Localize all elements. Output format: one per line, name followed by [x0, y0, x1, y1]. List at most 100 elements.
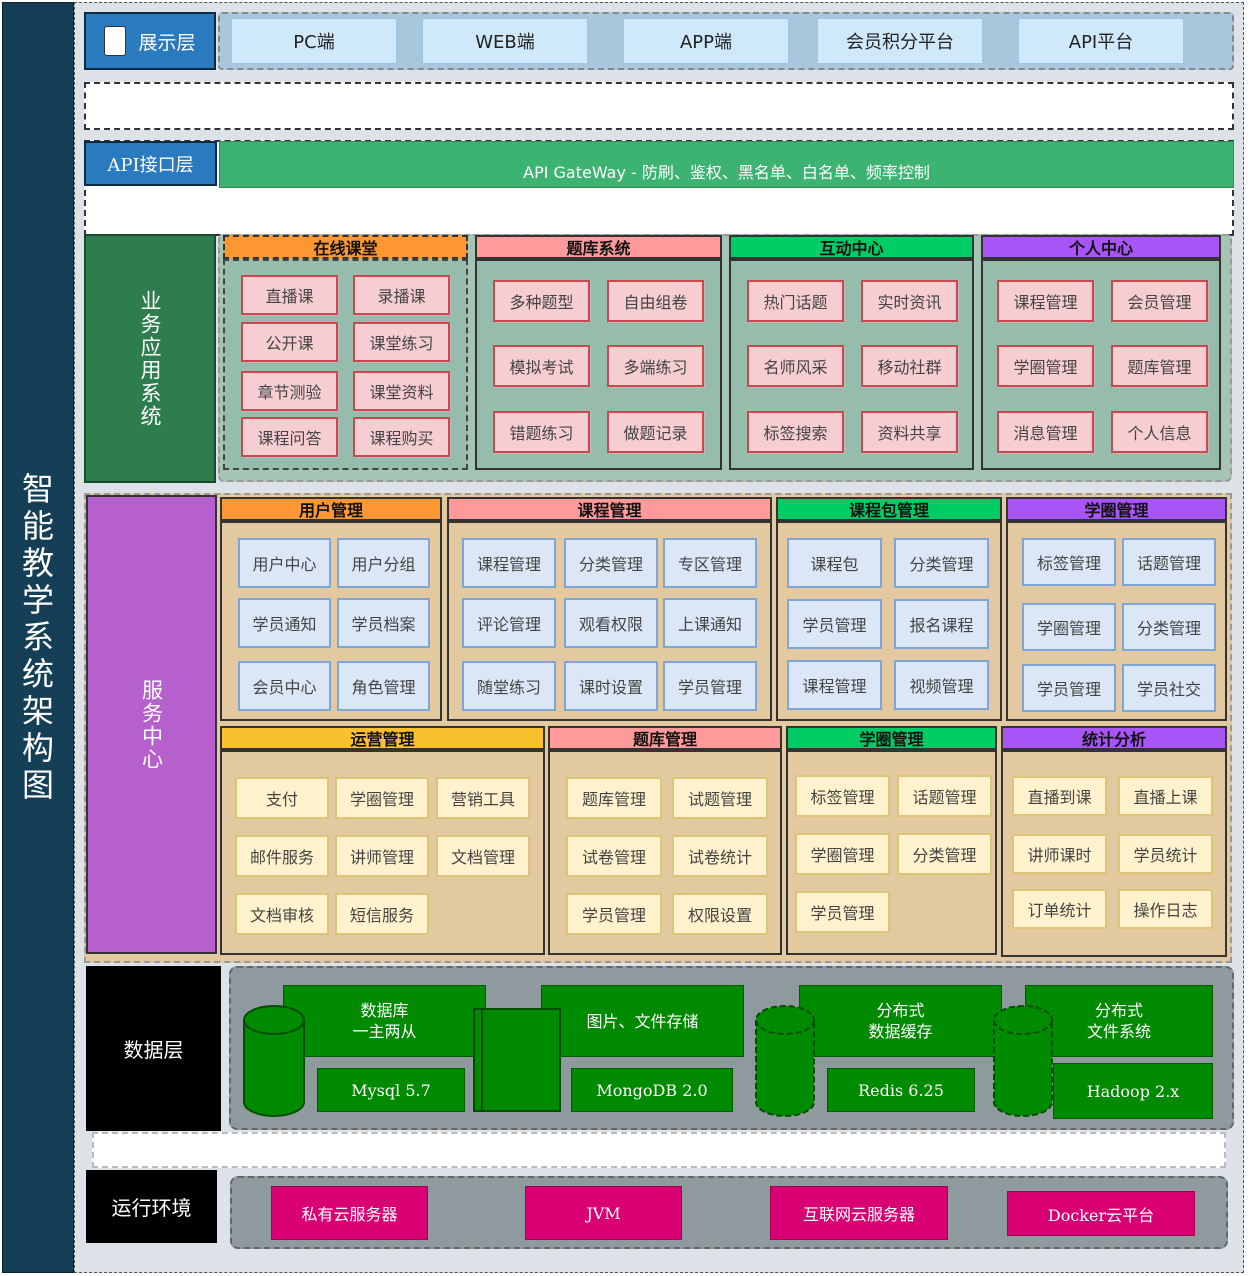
- service-section-title: 运营管理: [350, 730, 415, 749]
- service-item: 操作日志: [1118, 889, 1213, 929]
- service-section-header: 统计分析: [1001, 726, 1227, 750]
- service-item-label: 分类管理: [909, 555, 974, 574]
- biz-item-label: 课程购买: [369, 429, 434, 448]
- service-item: 上课通知: [663, 598, 757, 648]
- service-item-label: 标签管理: [1036, 554, 1101, 573]
- redis-label: Redis 6.25: [858, 1080, 944, 1100]
- service-item-label: 课程管理: [802, 677, 867, 696]
- biz-item-label: 多种题型: [509, 293, 574, 312]
- biz-section-header: 个人中心: [981, 235, 1221, 259]
- presentation-layer-label: 展示层: [84, 12, 216, 70]
- biz-section-header: 题库系统: [475, 235, 722, 259]
- store-file-storage: 图片、文件存储: [541, 985, 744, 1057]
- client-web-label: WEB端: [475, 32, 535, 53]
- service-item: 直播上课: [1118, 776, 1213, 816]
- biz-item: 移动社群: [861, 345, 958, 387]
- service-item-label: 学员管理: [581, 906, 646, 925]
- service-item: 试卷管理: [566, 835, 662, 877]
- service-item: 随堂练习: [462, 661, 556, 711]
- biz-item-label: 课程管理: [1013, 293, 1078, 312]
- biz-item-label: 错题练习: [509, 424, 574, 443]
- service-item: 订单统计: [1012, 889, 1107, 929]
- service-item-label: 分类管理: [1136, 619, 1201, 638]
- service-section-header: 用户管理: [220, 497, 442, 521]
- biz-item: 学圈管理: [997, 345, 1094, 387]
- service-item-label: 讲师课时: [1027, 846, 1092, 865]
- biz-section-header: 在线课堂: [223, 235, 468, 259]
- biz-item: 课堂资料: [353, 371, 450, 411]
- service-item: 课程管理: [462, 538, 556, 588]
- service-item: 学员通知: [238, 598, 331, 648]
- biz-item: 资料共享: [861, 411, 958, 453]
- service-item: 学圈管理: [795, 833, 890, 875]
- database-cylinder-icon: [243, 1005, 305, 1117]
- client-api-platform: API平台: [1018, 18, 1184, 64]
- service-section-header: 题库管理: [548, 726, 782, 750]
- dfs-cylinder-icon: [993, 1005, 1053, 1117]
- service-item-label: 学员管理: [677, 678, 742, 697]
- service-item-label: 报名课程: [909, 616, 974, 635]
- service-item: 文档管理: [436, 835, 530, 877]
- service-item-label: 短信服务: [349, 906, 414, 925]
- runtime-private-cloud-label: 私有云服务器: [301, 1205, 398, 1224]
- service-item-label: 学员社交: [1136, 680, 1201, 699]
- business-layer-label: 业务应用系统: [84, 234, 216, 483]
- service-item: 会员中心: [238, 661, 331, 711]
- service-item-label: 评论管理: [476, 615, 541, 634]
- mongodb-label: MongoDB 2.0: [596, 1080, 708, 1100]
- biz-item-label: 章节测验: [257, 383, 322, 402]
- service-item-label: 学圈管理: [349, 790, 414, 809]
- api-gateway: API GateWay - 防刷、鉴权、黑名单、白名单、频率控制: [219, 141, 1234, 188]
- biz-item-label: 多端练习: [623, 358, 688, 377]
- service-item-label: 学员管理: [1036, 680, 1101, 699]
- service-item: 评论管理: [462, 598, 556, 648]
- service-item-label: 课时设置: [578, 678, 643, 697]
- service-item-label: 分类管理: [912, 846, 977, 865]
- biz-item-label: 课堂练习: [369, 334, 434, 353]
- biz-item: 课堂练习: [353, 322, 450, 362]
- service-item-label: 角色管理: [351, 678, 416, 697]
- service-item: 短信服务: [335, 893, 429, 935]
- service-item-label: 文档管理: [450, 848, 515, 867]
- mysql-label: Mysql 5.7: [351, 1080, 431, 1100]
- biz-item-label: 课程问答: [257, 429, 322, 448]
- service-item-label: 订单统计: [1027, 901, 1092, 920]
- diagram-title: 智能教学系统架构图: [21, 470, 54, 804]
- service-item-label: 讲师管理: [349, 848, 414, 867]
- business-label-text: 业务应用系统: [138, 289, 162, 428]
- biz-item: 错题练习: [493, 411, 590, 453]
- service-item-label: 分类管理: [578, 555, 643, 574]
- runtime-jvm-label: JVM: [586, 1203, 621, 1223]
- runtime-docker: Docker云平台: [1007, 1191, 1195, 1236]
- biz-item: 公开课: [241, 322, 338, 362]
- service-item: 报名课程: [894, 599, 989, 649]
- client-app-label: APP端: [679, 32, 733, 53]
- service-item-label: 试题管理: [687, 790, 752, 809]
- service-item: 营销工具: [436, 777, 530, 819]
- service-item: 分类管理: [894, 538, 989, 588]
- service-item: 讲师课时: [1012, 834, 1107, 874]
- service-item-label: 课程管理: [476, 555, 541, 574]
- biz-item: 模拟考试: [493, 345, 590, 387]
- runtime-jvm: JVM: [525, 1186, 682, 1240]
- biz-item-label: 个人信息: [1127, 424, 1192, 443]
- service-item-label: 支付: [265, 790, 298, 809]
- store-file-storage-name: 图片、文件存储: [586, 1011, 699, 1031]
- runtime-internet-cloud: 互联网云服务器: [770, 1186, 948, 1240]
- client-member-points-label: 会员积分平台: [846, 32, 954, 53]
- service-item: 学圈管理: [335, 777, 429, 819]
- client-member-points: 会员积分平台: [817, 18, 983, 64]
- biz-section-title: 个人中心: [1068, 239, 1133, 258]
- client-pc: PC端: [231, 18, 397, 64]
- store-file-storage-tech: MongoDB 2.0: [571, 1068, 733, 1112]
- biz-item: 题库管理: [1111, 345, 1208, 387]
- biz-item: 章节测验: [241, 371, 338, 411]
- service-item: 学员管理: [795, 891, 890, 933]
- service-item-label: 学圈管理: [810, 846, 875, 865]
- service-item: 学员管理: [566, 893, 662, 935]
- biz-item: 直播课: [241, 275, 338, 315]
- service-item-label: 邮件服务: [249, 848, 314, 867]
- service-item-label: 专区管理: [677, 555, 742, 574]
- runtime-docker-label: Docker云平台: [1047, 1205, 1155, 1225]
- spacer-2: [92, 1132, 1226, 1168]
